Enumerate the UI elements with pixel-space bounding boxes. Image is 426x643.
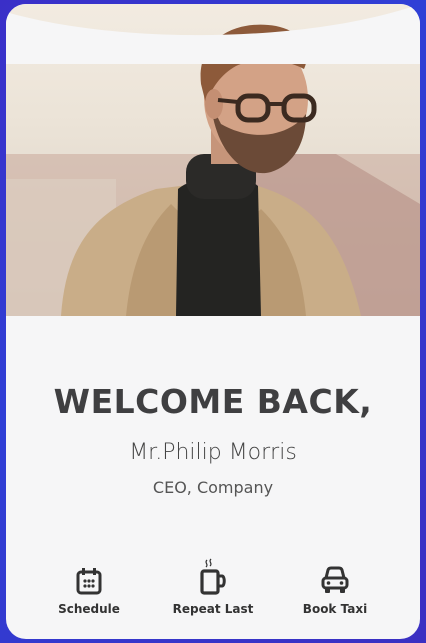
quick-actions: Schedule Repeat Last Book Taxi <box>6 558 420 630</box>
profile-photo <box>6 4 420 316</box>
schedule-label: Schedule <box>58 602 120 616</box>
profile-card: WELCOME BACK, Mr.Philip Morris CEO, Comp… <box>6 4 420 639</box>
welcome-heading: WELCOME BACK, <box>53 382 373 421</box>
user-role: CEO, Company <box>152 478 274 497</box>
user-name: Mr.Philip Morris <box>129 440 297 465</box>
schedule-button[interactable]: Schedule <box>34 560 144 616</box>
repeat-last-label: Repeat Last <box>172 602 254 616</box>
coffee-cup-icon <box>200 558 226 595</box>
book-taxi-button[interactable]: Book Taxi <box>280 560 390 616</box>
calendar-icon <box>76 568 102 595</box>
repeat-last-button[interactable]: Repeat Last <box>158 558 268 616</box>
car-icon <box>321 566 349 593</box>
book-taxi-label: Book Taxi <box>302 602 368 616</box>
